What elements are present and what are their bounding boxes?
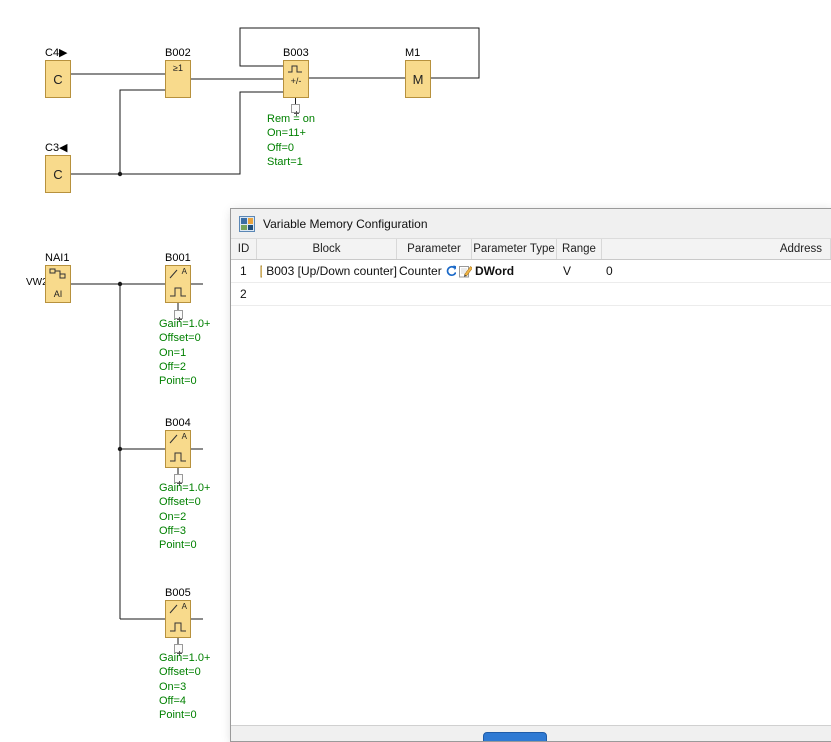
dialog-titlebar[interactable]: Variable Memory Configuration	[231, 209, 831, 239]
block-label: B002	[165, 47, 191, 60]
analog-threshold-block: A	[165, 600, 191, 638]
block-b005-analog-threshold[interactable]: B005 A	[165, 587, 191, 638]
table-row[interactable]: 1 B003 [Up/Down counter] Counter	[231, 260, 831, 283]
block-c3-cursor-key[interactable]: C3◀ C	[45, 142, 71, 193]
block-b002-or[interactable]: B002 ≥1	[165, 47, 191, 98]
block-label: B004	[165, 417, 191, 430]
column-header-range: Range	[557, 239, 602, 259]
or-gate-symbol: ≥1	[166, 63, 190, 73]
cell-id[interactable]: 2	[231, 287, 257, 301]
cell-parameter-text: Counter	[399, 264, 442, 278]
block-label: C4▶	[45, 47, 71, 60]
analog-threshold-block: A	[165, 430, 191, 468]
column-header-parameter-type: Parameter Type	[472, 239, 557, 259]
analog-threshold-block: A	[165, 265, 191, 303]
cell-block[interactable]: B003 [Up/Down counter]	[257, 264, 397, 278]
counter-block: +/-	[283, 60, 309, 98]
column-header-id: ID	[231, 239, 257, 259]
cursor-key-block: C	[45, 60, 71, 98]
cell-parameter[interactable]: Counter	[397, 264, 472, 278]
column-header-address: Address	[602, 239, 831, 259]
block-m1-flag[interactable]: M1 M	[405, 47, 431, 98]
variable-memory-configuration-dialog: Variable Memory Configuration ID Block P…	[230, 208, 831, 742]
block-b003-updown-counter[interactable]: B003 +/-	[283, 47, 309, 98]
block-label: B001	[165, 252, 191, 265]
ok-button[interactable]	[483, 732, 547, 742]
column-header-parameter: Parameter	[397, 239, 472, 259]
block-c4-cursor-key[interactable]: C4▶ C	[45, 47, 71, 98]
cell-parameter-type[interactable]: DWord	[472, 264, 557, 278]
b004-parameters: Gain=1.0+ Offset=0 On=2 Off=3 Point=0	[159, 481, 210, 552]
edit-parameter-icon[interactable]	[459, 265, 472, 278]
b003-parameters: Rem = on On=11+ Off=0 Start=1	[267, 112, 315, 169]
cell-range[interactable]: V	[557, 264, 602, 278]
dialog-footer	[231, 725, 831, 741]
analog-input-block: AI	[45, 265, 71, 303]
network-analog-input-icon	[46, 266, 70, 281]
cursor-key-block: C	[45, 155, 71, 193]
block-nai1-analog-input[interactable]: NAI1 AI	[45, 252, 71, 303]
counter-block-icon	[260, 265, 262, 278]
table-header-row: ID Block Parameter Parameter Type Range …	[231, 239, 831, 260]
counter-plusminus-symbol: +/-	[284, 76, 308, 86]
fbd-editor-canvas: C4▶ C B002 ≥1 B003 +/- M1 M C3◀ C	[0, 0, 831, 742]
table-row[interactable]: 2	[231, 283, 831, 306]
dialog-app-icon	[239, 216, 255, 232]
block-b001-analog-threshold[interactable]: B001 A	[165, 252, 191, 303]
block-label: B005	[165, 587, 191, 600]
b005-parameters: Gain=1.0+ Offset=0 On=3 Off=4 Point=0	[159, 651, 210, 722]
block-label: C3◀	[45, 142, 71, 155]
refresh-parameter-icon[interactable]	[445, 265, 457, 278]
cell-block-text: B003 [Up/Down counter]	[266, 264, 397, 278]
or-gate-block: ≥1	[165, 60, 191, 98]
column-header-block: Block	[257, 239, 397, 259]
block-label: B003	[283, 47, 309, 60]
cell-address[interactable]: 0	[602, 264, 831, 278]
pulse-wave-icon	[284, 61, 308, 75]
block-label: M1	[405, 47, 431, 60]
block-label: NAI1	[45, 252, 71, 265]
dialog-title: Variable Memory Configuration	[263, 217, 428, 231]
b001-parameters: Gain=1.0+ Offset=0 On=1 Off=2 Point=0	[159, 317, 210, 388]
block-b004-analog-threshold[interactable]: B004 A	[165, 417, 191, 468]
flag-block: M	[405, 60, 431, 98]
cell-id[interactable]: 1	[231, 264, 257, 278]
